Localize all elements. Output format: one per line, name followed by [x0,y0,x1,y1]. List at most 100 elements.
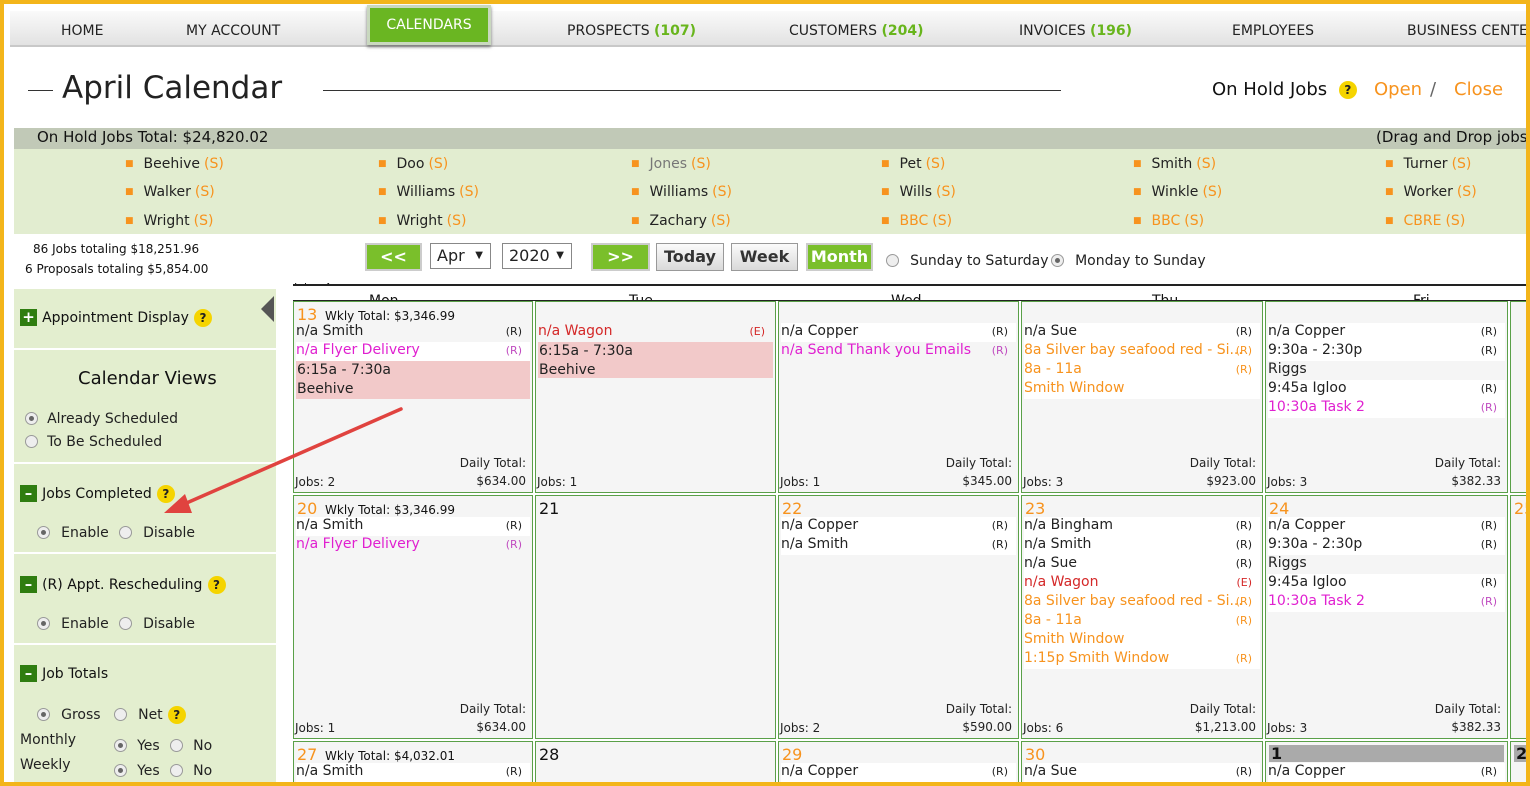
radio-weekly-yes[interactable] [114,764,127,777]
today-button[interactable]: Today [656,243,724,271]
appointment-customer[interactable]: Smith Window [1024,631,1260,650]
day-cell-17[interactable]: n/a Copper (R) 9:30a - 2:30p (R) Riggs 9:4… [1265,301,1508,493]
nav-my-account[interactable]: MY ACCOUNT [186,23,280,39]
on-hold-status[interactable]: (S) [1202,184,1222,200]
radio-jc-disable[interactable] [119,526,132,539]
weekly-no[interactable]: No [170,760,212,779]
appointment-customer[interactable]: Smith Window [1024,380,1260,399]
appt-rescheduling-toggle[interactable]: – (R) Appt. Rescheduling ? [20,574,226,594]
day-cell-18[interactable] [1510,301,1526,493]
nav-employees[interactable]: EMPLOYEES [1232,23,1314,39]
on-hold-status[interactable]: (S) [691,156,711,172]
appointment[interactable]: n/a Flyer Delivery (R) [296,342,530,361]
monthly-yes[interactable]: Yes [114,735,160,754]
on-hold-job[interactable]: ■ CBRE (S) [1385,213,1465,229]
appointment-time[interactable]: 9:30a - 2:30p (R) [1268,342,1505,361]
month-select[interactable]: Apr ▼ [430,243,491,269]
help-icon[interactable]: ? [194,308,213,327]
minus-icon[interactable]: – [20,576,37,593]
day-cell-23[interactable]: 23 n/a Bingham (R) n/a Smith (R) n/a Sue (R… [1021,495,1263,739]
help-icon[interactable]: ? [1338,81,1357,99]
radio-to-be-scheduled[interactable] [25,435,38,448]
appointment[interactable]: 9:45a Igloo (R) [1268,380,1505,399]
nav-home[interactable]: HOME [61,23,103,39]
appointment[interactable]: n/a Flyer Delivery (R) [296,536,530,555]
jobs-completed-disable[interactable]: Disable [119,522,195,541]
day-cell-25[interactable]: 25 [1510,495,1526,739]
appt-display-toggle[interactable]: + Appointment Display ? [20,307,213,327]
day-cell-24[interactable]: 24 n/a Copper (R) 9:30a - 2:30p (R) Riggs … [1265,495,1508,739]
on-hold-job[interactable]: ■ Wills (S) [881,184,956,200]
appointment[interactable]: n/a Copper (R) [1268,763,1505,782]
radio-mon-sun[interactable] [1051,254,1064,267]
nav-prospects[interactable]: PROSPECTS (107) [567,23,696,39]
appointment[interactable]: n/a Smith (R) [1024,536,1260,555]
radio-monthly-yes[interactable] [114,739,127,752]
on-hold-status[interactable]: (S) [1196,156,1216,172]
on-hold-status[interactable]: (S) [1457,184,1477,200]
appointment[interactable]: 8a Silver bay seafood red - Si... (R) [1024,342,1260,361]
on-hold-job[interactable]: ■ Walker (S) [125,184,215,200]
appointment-block[interactable]: 6:15a - 7:30a Beehive [296,361,530,399]
on-hold-status[interactable]: (S) [932,213,952,229]
on-hold-job[interactable]: ■ Worker (S) [1385,184,1477,200]
rescheduling-disable[interactable]: Disable [119,613,195,632]
nav-business-center[interactable]: BUSINESS CENTER [1407,23,1526,39]
appointment[interactable]: n/a Sue (R) [1024,763,1260,782]
appointment[interactable]: n/a Wagon (E) [538,323,773,342]
appointment[interactable]: n/a Bingham (R) [1024,517,1260,536]
minus-icon[interactable]: – [20,665,37,682]
on-hold-job[interactable]: ■ BBC (S) [1133,213,1204,229]
nav-invoices[interactable]: INVOICES (196) [1019,23,1132,39]
appointment-time[interactable]: 8a - 11a (R) [1024,612,1260,631]
on-hold-status[interactable]: (S) [428,156,448,172]
radio-already-scheduled[interactable] [25,412,38,425]
mon-sun-option[interactable]: Monday to Sunday [1051,250,1206,269]
nav-customers[interactable]: CUSTOMERS (204) [789,23,924,39]
appointment[interactable]: n/a Wagon (E) [1024,574,1260,593]
radio-weekly-no[interactable] [170,764,183,777]
on-hold-status[interactable]: (S) [195,184,215,200]
on-hold-status[interactable]: (S) [1452,156,1472,172]
to-be-scheduled-option[interactable]: To Be Scheduled [25,431,162,450]
day-cell-22[interactable]: 22 n/a Copper (R) n/a Smith (R) Daily Tota… [778,495,1019,739]
minus-icon[interactable]: – [20,485,37,502]
radio-r-enable[interactable] [37,617,50,630]
help-icon[interactable]: ? [156,484,175,503]
on-hold-status[interactable]: (S) [1445,213,1465,229]
appointment[interactable]: 9:45a Igloo (R) [1268,574,1505,593]
appointment[interactable]: n/a Copper (R) [1268,323,1505,342]
appointment[interactable]: 10:30a Task 2 (R) [1268,593,1505,612]
collapse-arrow-icon[interactable] [261,296,274,322]
prev-button[interactable]: << [365,243,422,271]
appointment[interactable]: n/a Sue (R) [1024,555,1260,574]
day-cell-20[interactable]: 20 Wkly Total: $3,346.99 n/a Smith (R) n/… [293,495,533,739]
appointment[interactable]: n/a Copper (R) [781,517,1016,536]
plus-icon[interactable]: + [20,309,37,326]
gross-option[interactable]: Gross [37,704,101,723]
radio-gross[interactable] [37,708,50,721]
day-cell-13[interactable]: 13 Wkly Total: $3,346.99 n/a Smith (R) n/… [293,301,533,493]
appointment[interactable]: n/a Copper (R) [781,323,1016,342]
on-hold-job[interactable]: ■ Jones (S) [631,156,711,172]
radio-monthly-no[interactable] [170,739,183,752]
help-icon[interactable]: ? [207,575,226,594]
on-hold-status[interactable]: (S) [711,213,731,229]
net-option[interactable]: Net ? [114,704,186,724]
jobs-completed-toggle[interactable]: – Jobs Completed ? [20,483,175,503]
day-cell-1[interactable]: 1 n/a Copper (R) [1265,741,1508,782]
monthly-no[interactable]: No [170,735,212,754]
day-cell-14[interactable]: n/a Wagon (E) 6:15a - 7:30a Beehive Jobs: … [535,301,776,493]
appointment[interactable]: n/a Sue (R) [1024,323,1260,342]
appointment[interactable]: n/a Send Thank you Emails (R) [781,342,1016,361]
on-hold-status[interactable]: (S) [926,156,946,172]
year-select[interactable]: 2020 ▼ [502,243,572,269]
on-hold-job[interactable]: ■ Wright (S) [378,213,466,229]
appointment[interactable]: n/a Smith (R) [296,517,530,536]
on-hold-job[interactable]: ■ Pet (S) [881,156,945,172]
on-hold-status[interactable]: (S) [194,213,214,229]
job-totals-toggle[interactable]: – Job Totals [20,663,108,682]
month-button[interactable]: Month [806,243,873,271]
on-hold-status[interactable]: (S) [459,184,479,200]
radio-sun-sat[interactable] [886,254,899,267]
